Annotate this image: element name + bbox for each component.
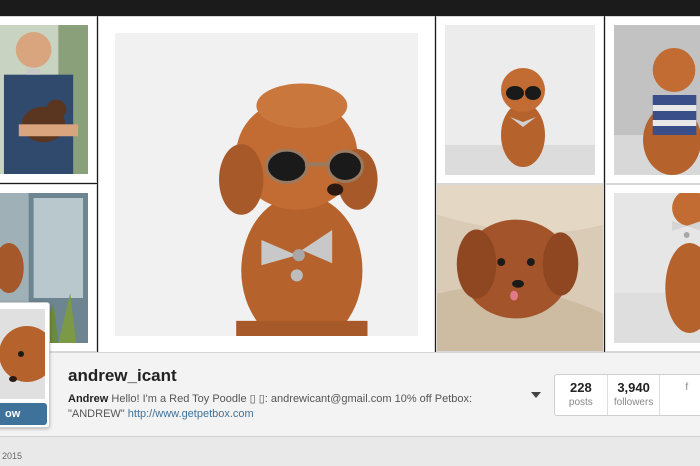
poodle-small-image: [445, 25, 595, 175]
footer-year: 2015: [2, 451, 23, 461]
poodle-sunglasses-image: [115, 33, 418, 336]
bio-website-link[interactable]: http://www.getpetbox.com: [128, 408, 254, 420]
instagram-profile-page: ow andrew_icant Andrew Hello! I'm a Red …: [0, 0, 700, 466]
stat-posts-label: posts: [568, 397, 593, 408]
photo-tile-man-with-dog[interactable]: [0, 16, 97, 183]
follow-button[interactable]: ow: [0, 403, 47, 425]
stat-posts[interactable]: 228 posts: [555, 375, 608, 415]
profile-username: andrew_icant: [68, 366, 177, 385]
stat-following[interactable]: f: [660, 375, 700, 415]
photo-tile-poodle-bowtie[interactable]: [605, 184, 700, 352]
photo-tile-poodle-blanket[interactable]: [436, 184, 604, 352]
photo-tile-poodle-sweater[interactable]: [605, 16, 700, 184]
options-dropdown-caret-icon[interactable]: [531, 392, 541, 398]
stat-following-label: f: [685, 382, 689, 393]
avatar[interactable]: [0, 309, 45, 399]
man-with-dog-image: [0, 25, 88, 174]
bio-name: Andrew: [68, 393, 109, 405]
stat-followers[interactable]: 3,940 followers: [608, 375, 661, 415]
page-footer: [0, 436, 700, 466]
avatar-image: [0, 309, 45, 399]
profile-bio: Andrew Hello! I'm a Red Toy Poodle ▯ ▯: …: [68, 392, 498, 422]
photo-tile-featured-poodle-sunglasses[interactable]: [98, 16, 435, 353]
poodle-bowtie-image: [614, 193, 700, 343]
poodle-sweater-image: [614, 25, 700, 175]
stat-followers-count: 3,940: [617, 380, 650, 395]
top-navigation-bar: [0, 0, 700, 16]
photo-tile-poodle-sunglasses-small[interactable]: [436, 16, 604, 184]
stat-followers-label: followers: [613, 397, 654, 408]
profile-stats: 228 posts 3,940 followers f: [554, 374, 700, 416]
profile-avatar-card: ow: [0, 302, 50, 428]
stat-posts-count: 228: [570, 380, 592, 395]
poodle-blanket-image: [437, 185, 603, 351]
